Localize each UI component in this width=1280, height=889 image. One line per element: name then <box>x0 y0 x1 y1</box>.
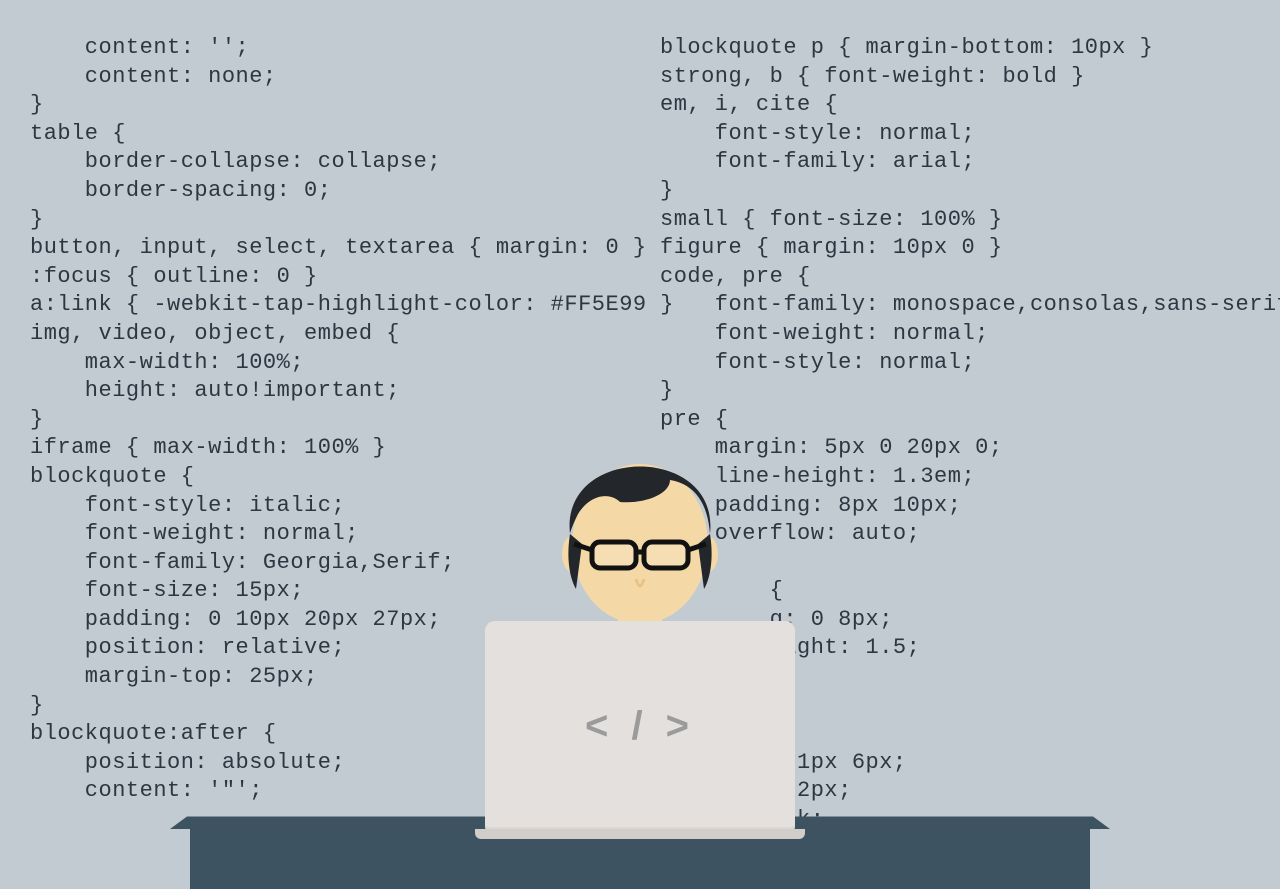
illustration-stage: content: ''; content: none; } table { bo… <box>0 0 1280 889</box>
laptop-base <box>475 829 805 839</box>
laptop: < / > <box>485 621 795 831</box>
code-icon: < / > <box>585 704 695 749</box>
laptop-back: < / > <box>485 621 795 831</box>
